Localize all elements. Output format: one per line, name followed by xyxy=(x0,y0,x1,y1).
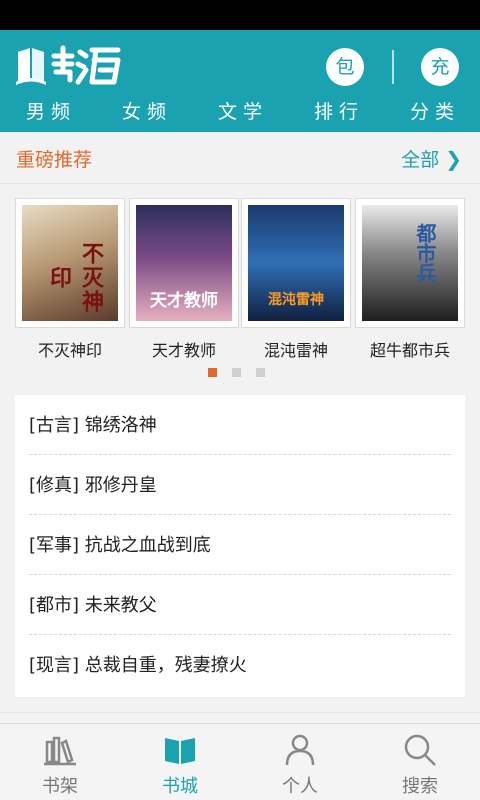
book-title: 天才教师 xyxy=(151,341,216,360)
recharge-button[interactable]: 充 xyxy=(421,48,459,86)
divider xyxy=(0,712,480,713)
book-card[interactable]: 混沌雷神 混沌雷神 xyxy=(241,198,351,361)
book-name: 抗战之血战到底 xyxy=(84,535,211,556)
cover-title: 不灭神印 xyxy=(46,242,103,314)
genre-tag: [军事] xyxy=(29,535,80,556)
genre-tag: [修真] xyxy=(29,475,80,496)
featured-header: 重磅推荐 全部 ❯ xyxy=(0,132,480,184)
bookshelf-icon xyxy=(0,732,120,768)
book-cover: 都市兵 xyxy=(355,198,465,328)
book-list: [古言] 锦绣洛神 [修真] 邪修丹皇 [军事] 抗战之血战到底 [都市] 未来… xyxy=(15,395,465,697)
genre-tag: [古言] xyxy=(29,415,80,436)
nav-bookshelf[interactable]: 书架 xyxy=(0,724,120,800)
nav-label: 搜索 xyxy=(402,776,438,797)
package-button[interactable]: 包 xyxy=(326,48,364,86)
book-store-icon xyxy=(120,732,240,768)
carousel-dot[interactable] xyxy=(208,368,217,377)
category-tabs: 男频 女频 文学 排行 分类 xyxy=(0,96,480,132)
book-title: 超牛都市兵 xyxy=(369,341,450,360)
list-item[interactable]: [都市] 未来教父 xyxy=(29,575,451,635)
chevron-right-icon: ❯ xyxy=(445,147,462,171)
tab-male[interactable]: 男频 xyxy=(0,96,96,132)
tab-ranking[interactable]: 排行 xyxy=(288,96,384,132)
nav-search[interactable]: 搜索 xyxy=(360,724,480,800)
app-logo xyxy=(14,42,126,86)
person-icon xyxy=(240,732,360,768)
app-header: 包 充 男频 女频 文学 排行 分类 xyxy=(0,30,480,132)
tab-category[interactable]: 分类 xyxy=(384,96,480,132)
book-cover: 天才教师 xyxy=(129,198,239,328)
book-name: 总裁自重，残妻撩火 xyxy=(84,655,247,676)
cover-title: 混沌雷神 xyxy=(268,292,324,308)
nav-label: 书架 xyxy=(42,776,78,797)
cover-title: 都市兵 xyxy=(413,223,437,283)
book-name: 锦绣洛神 xyxy=(84,415,157,436)
status-bar xyxy=(0,0,480,30)
tab-female[interactable]: 女频 xyxy=(96,96,192,132)
list-item[interactable]: [军事] 抗战之血战到底 xyxy=(29,515,451,575)
bottom-navigation: 书架 书城 个人 搜索 xyxy=(0,723,480,800)
book-card[interactable]: 都市兵 超牛都市兵 xyxy=(355,198,465,361)
nav-bookstore[interactable]: 书城 xyxy=(120,724,240,800)
featured-carousel: 不灭神印 不灭神印 天才教师 天才教师 混沌雷神 混沌雷神 都市兵 超牛都市兵 xyxy=(0,185,480,391)
genre-tag: [都市] xyxy=(29,595,80,616)
nav-label: 个人 xyxy=(282,776,318,797)
nav-label: 书城 xyxy=(162,776,198,797)
book-cover: 不灭神印 xyxy=(15,198,125,328)
view-all-link[interactable]: 全部 ❯ xyxy=(401,145,462,172)
nav-profile[interactable]: 个人 xyxy=(240,724,360,800)
tab-literature[interactable]: 文学 xyxy=(192,96,288,132)
section-title: 重磅推荐 xyxy=(16,149,93,171)
view-all-label: 全部 xyxy=(401,149,440,171)
list-item[interactable]: [古言] 锦绣洛神 xyxy=(29,395,451,455)
carousel-dot[interactable] xyxy=(256,368,265,377)
carousel-indicator xyxy=(0,368,480,378)
book-card[interactable]: 天才教师 天才教师 xyxy=(129,198,239,361)
genre-tag: [现言] xyxy=(29,655,80,676)
cover-image: 天才教师 xyxy=(136,205,232,321)
header-divider xyxy=(392,50,394,84)
search-icon xyxy=(360,732,480,768)
list-item[interactable]: [现言] 总裁自重，残妻撩火 xyxy=(29,635,451,695)
book-name: 未来教父 xyxy=(84,595,157,616)
cover-image: 混沌雷神 xyxy=(248,205,344,321)
cover-image: 都市兵 xyxy=(362,205,458,321)
book-name: 邪修丹皇 xyxy=(84,475,157,496)
book-cover: 混沌雷神 xyxy=(241,198,351,328)
book-title: 混沌雷神 xyxy=(263,341,328,360)
book-title: 不灭神印 xyxy=(37,341,102,360)
book-card[interactable]: 不灭神印 不灭神印 xyxy=(15,198,125,361)
list-item[interactable]: [修真] 邪修丹皇 xyxy=(29,455,451,515)
cover-image: 不灭神印 xyxy=(22,205,118,321)
carousel-dot[interactable] xyxy=(232,368,241,377)
cover-title: 天才教师 xyxy=(150,291,218,311)
